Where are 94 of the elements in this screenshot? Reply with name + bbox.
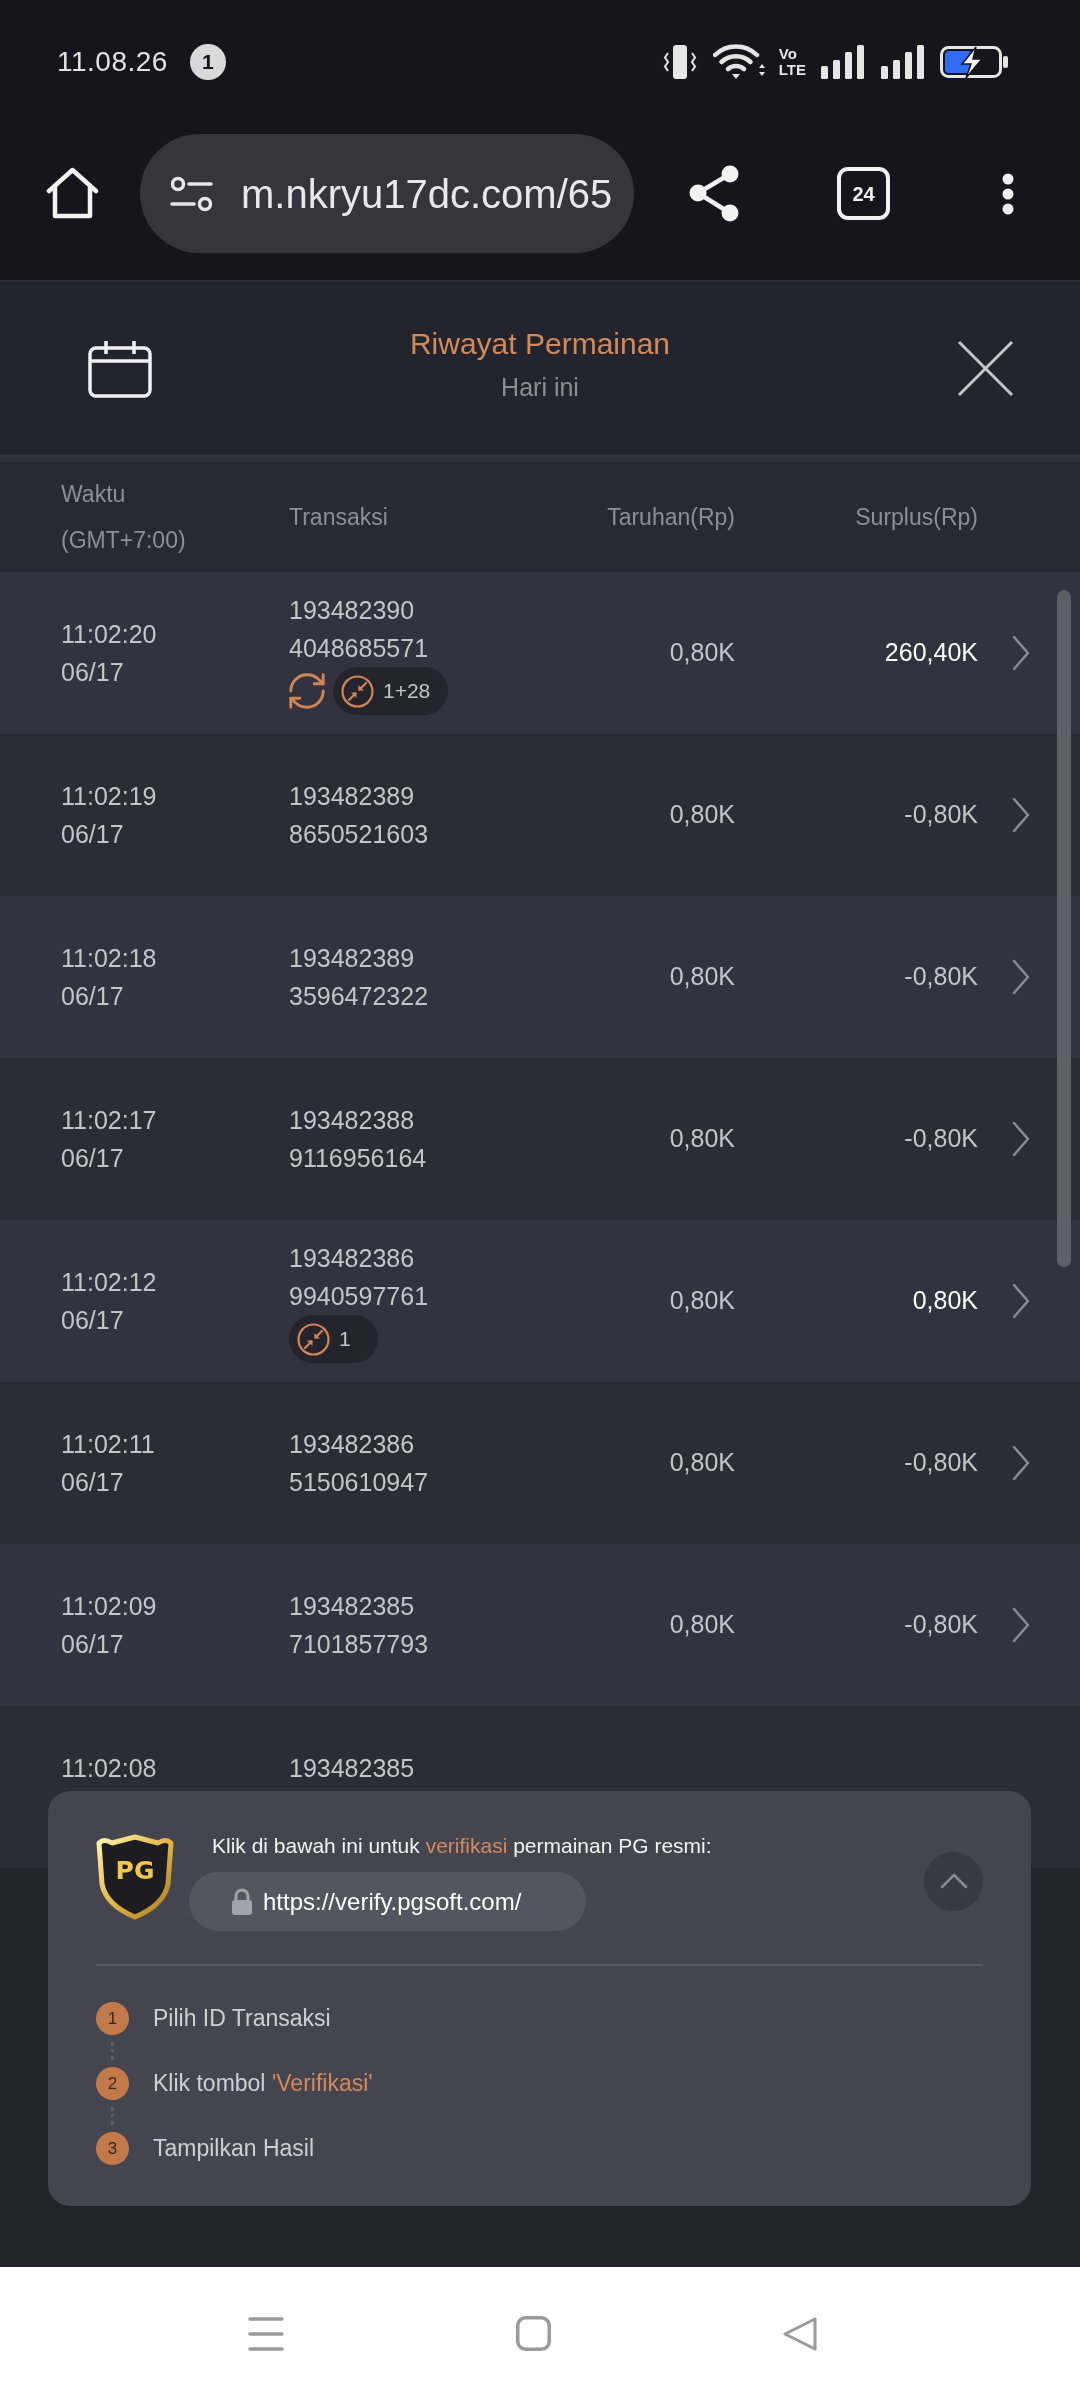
page-subtitle: Hari ini [501, 371, 579, 403]
wifi-icon [712, 44, 765, 80]
close-button[interactable] [957, 340, 1014, 397]
transaction-id: 193482388 9116956164 [289, 1105, 427, 1174]
transaction-id: 193482389 3596472322 [289, 943, 429, 1012]
lock-icon [231, 1887, 253, 1916]
status-time: 11.08.26 [57, 45, 168, 79]
home-button[interactable] [45, 167, 100, 220]
transaction-id: 193482385 [289, 1753, 415, 1784]
bet-amount: 0,80K [669, 961, 735, 993]
surplus-amount: -0,80K [904, 1123, 978, 1155]
timestamp: 11:02:18 06/17 [61, 943, 157, 1012]
surplus-amount: 0,80K [912, 1285, 978, 1317]
calendar-icon [88, 339, 152, 398]
step-text: Tampilkan Hasil [153, 2134, 315, 2163]
table-row[interactable]: 11:02:20 06/17 193482390 4048685571 1+28 0,80K 260,40K [0, 572, 1080, 734]
timestamp: 11:02:12 06/17 [61, 1267, 157, 1336]
column-header: Waktu (GMT+7:00) [61, 480, 186, 555]
verify-instruction: Klik di bawah ini untuk verifikasi permainan PG resmi: [212, 1833, 712, 1859]
timestamp: 11:02:08 [61, 1753, 157, 1784]
table-row[interactable]: 11:02:18 06/17 193482389 3596472322 0,80K -0,80K [0, 896, 1080, 1058]
menu-icon [248, 2316, 284, 2351]
calendar-button[interactable] [88, 339, 152, 398]
table-row[interactable]: 11:02:19 06/17 193482389 8650521603 0,80K -0,80K [0, 734, 1080, 896]
shield-logo: PG [96, 1834, 174, 1920]
transaction-id: 193482385 7101857793 [289, 1591, 429, 1660]
timestamp: 11:02:17 06/17 [61, 1105, 157, 1174]
timestamp: 11:02:19 06/17 [61, 781, 157, 850]
home-nav-button[interactable] [516, 2316, 551, 2351]
table-row[interactable]: 11:02:12 06/17 193482386 9940597761 1 0,80K 0,80K [0, 1220, 1080, 1382]
surplus-amount: 260,40K [884, 637, 978, 669]
chevron-right-icon[interactable] [1012, 1283, 1030, 1319]
transaction-id: 193482386 9940597761 [289, 1243, 429, 1312]
chevron-right-icon[interactable] [1012, 1607, 1030, 1643]
notification-count: 1 [189, 44, 226, 80]
chevron-right-icon[interactable] [1012, 797, 1030, 833]
more-options-button[interactable] [1001, 173, 1015, 215]
signal-icon [880, 44, 926, 80]
count-label: 1 [339, 1326, 351, 1353]
close-icon [957, 340, 1014, 397]
arrows-inward-icon [297, 1322, 330, 1356]
refresh-icon [289, 673, 325, 709]
square-icon [516, 2316, 551, 2351]
surplus-amount: -0,80K [904, 1447, 978, 1479]
share-icon [689, 165, 740, 222]
chevron-right-icon[interactable] [1012, 1445, 1030, 1481]
bet-amount: 0,80K [669, 637, 735, 669]
network-type-label: Vo LTE [778, 46, 806, 78]
more-icon [1001, 173, 1015, 215]
battery-charging-icon [940, 45, 1009, 79]
column-header: Transaksi [289, 503, 388, 532]
site-settings-icon[interactable] [170, 175, 213, 212]
bet-amount: 0,80K [669, 1285, 735, 1317]
chevron-right-icon[interactable] [1012, 959, 1030, 995]
tabs-button[interactable]: 24 [837, 167, 890, 220]
url-text: m.nkryu17dc.com/65 [241, 170, 613, 218]
page-title: Riwayat Permainan [409, 325, 671, 362]
timestamp: 11:02:20 06/17 [61, 619, 157, 688]
chevron-right-icon[interactable] [1012, 1121, 1030, 1157]
table-row[interactable]: 11:02:17 06/17 193482388 9116956164 0,80K -0,80K [0, 1058, 1080, 1220]
timestamp: 11:02:11 06/17 [61, 1429, 155, 1498]
step-text: Pilih ID Transaksi [153, 2004, 331, 2033]
share-button[interactable] [689, 165, 740, 222]
back-icon [782, 2315, 818, 2352]
table-row[interactable]: 11:02:09 06/17 193482385 7101857793 0,80K -0,80K [0, 1544, 1080, 1706]
home-icon [45, 167, 100, 220]
bet-amount: 0,80K [669, 1123, 735, 1155]
recents-button[interactable] [248, 2316, 284, 2351]
table-row[interactable]: 11:02:11 06/17 193482386 5150610947 0,80K -0,80K [0, 1382, 1080, 1544]
transaction-id: 193482389 8650521603 [289, 781, 429, 850]
bet-amount: 0,80K [669, 1447, 735, 1479]
column-header: Taruhan(Rp) [607, 503, 735, 532]
surplus-amount: -0,80K [904, 1609, 978, 1641]
step-text: Klik tombol 'Verifikasi' [153, 2069, 373, 2098]
transaction-id: 193482390 4048685571 [289, 595, 429, 664]
signal-icon [820, 44, 866, 80]
surplus-amount: -0,80K [904, 799, 978, 831]
scrollbar-thumb[interactable] [1057, 590, 1071, 1267]
chevron-up-icon [939, 1873, 968, 1889]
verify-link[interactable]: https://verify.pgsoft.com/ [189, 1872, 586, 1931]
back-button[interactable] [782, 2315, 818, 2352]
step-number: 2 [96, 2067, 129, 2100]
arrows-inward-icon [341, 674, 374, 708]
transaction-id: 193482386 5150610947 [289, 1429, 429, 1498]
bet-amount: 0,80K [669, 1609, 735, 1641]
column-header: Surplus(Rp) [855, 503, 978, 532]
step-number: 3 [96, 2132, 129, 2165]
address-bar[interactable]: m.nkryu17dc.com/65 [140, 134, 634, 253]
chevron-right-icon[interactable] [1012, 635, 1030, 671]
bet-amount: 0,80K [669, 799, 735, 831]
timestamp: 11:02:09 06/17 [61, 1591, 157, 1660]
count-label: 1+28 [383, 678, 431, 705]
step-number: 1 [96, 2002, 129, 2035]
surplus-amount: -0,80K [904, 961, 978, 993]
